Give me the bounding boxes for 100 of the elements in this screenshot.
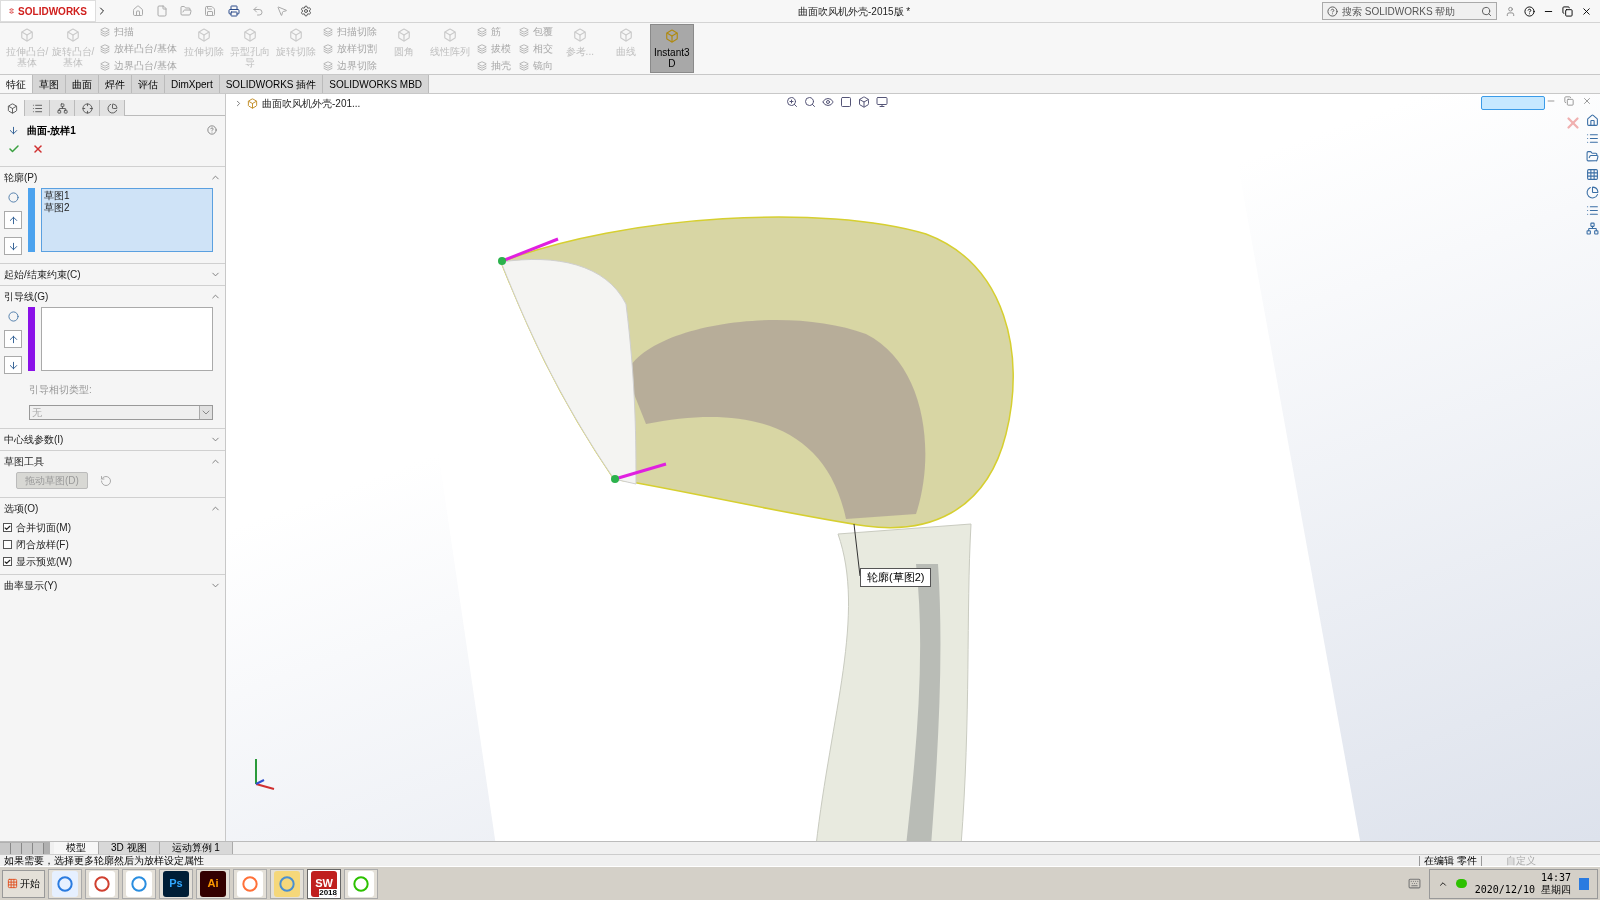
feature-icon xyxy=(100,60,110,71)
display-icon[interactable] xyxy=(876,96,888,108)
command-tab[interactable]: SOLIDWORKS MBD xyxy=(323,75,430,93)
arrow-down-icon xyxy=(7,359,19,371)
help-icon xyxy=(1327,5,1338,17)
cloud-panel[interactable] xyxy=(1481,96,1545,110)
pointer-icon[interactable] xyxy=(276,5,288,17)
settings-icon[interactable] xyxy=(300,5,312,17)
restore-icon[interactable] xyxy=(1562,5,1573,17)
cube-icon xyxy=(196,28,211,42)
cube-icon xyxy=(572,28,587,42)
zoom-area-icon[interactable] xyxy=(804,96,816,108)
folder-icon[interactable] xyxy=(1586,150,1599,163)
arrow-up-icon xyxy=(7,214,19,226)
command-tab[interactable]: 焊件 xyxy=(99,75,132,93)
cube-icon xyxy=(664,29,679,43)
save-icon[interactable] xyxy=(204,5,216,17)
panel-tab[interactable] xyxy=(25,100,50,116)
command-tab[interactable]: DimXpert xyxy=(165,75,220,93)
clock-time: 14:37 xyxy=(1540,871,1571,884)
axis-triad-drawing xyxy=(255,758,275,790)
appearance-icon[interactable] xyxy=(1586,186,1599,199)
library-icon[interactable] xyxy=(1586,168,1599,181)
feature-icon xyxy=(100,43,110,54)
section-title: 轮廓(P) xyxy=(4,171,38,185)
app-logo-icon xyxy=(353,875,369,892)
new-file-icon[interactable] xyxy=(156,5,168,17)
view-tab[interactable]: 3D 视图 xyxy=(99,842,160,854)
units-status[interactable]: 自定义 xyxy=(1506,855,1536,866)
close-icon[interactable] xyxy=(1581,5,1592,17)
tangency-select[interactable]: 无 xyxy=(29,405,213,420)
section-view-icon[interactable] xyxy=(840,96,852,108)
selection-list[interactable] xyxy=(41,307,213,371)
callout-label: 轮廓(草图2) xyxy=(860,568,932,587)
checkbox[interactable] xyxy=(3,557,12,566)
profile-icon xyxy=(7,192,19,203)
list-item[interactable]: 草图2 xyxy=(44,202,210,214)
list-item[interactable]: 草图1 xyxy=(44,190,210,202)
cube-icon xyxy=(396,28,411,42)
show-desktop-icon[interactable] xyxy=(1579,877,1589,890)
view-tab[interactable]: 运动算例 1 xyxy=(159,842,233,854)
search-icon xyxy=(1481,5,1492,17)
cube-icon xyxy=(618,28,633,42)
clock-date: 2020/12/10 星期四 xyxy=(1474,883,1571,896)
section-title: 起始/结束约束(C) xyxy=(4,268,81,282)
print-icon[interactable] xyxy=(228,5,240,17)
help-icon[interactable] xyxy=(1524,5,1535,17)
section-title: 中心线参数(I) xyxy=(4,433,64,447)
properties-icon[interactable] xyxy=(1586,204,1599,217)
undo-icon[interactable] xyxy=(99,474,112,487)
move-down-button[interactable] xyxy=(4,356,22,374)
command-tab[interactable]: 草图 xyxy=(33,75,66,93)
view-icon[interactable] xyxy=(822,96,834,108)
feature-icon xyxy=(476,60,487,71)
cube-icon xyxy=(442,28,457,42)
tree-root-item[interactable]: 曲面吹风机外壳-201... xyxy=(262,96,361,111)
checkbox[interactable] xyxy=(3,540,12,549)
feature-icon xyxy=(476,43,487,54)
tasks-icon[interactable] xyxy=(1586,222,1599,235)
view-orientation-icon[interactable] xyxy=(858,96,870,108)
panel-tab[interactable] xyxy=(50,100,75,116)
arrow-up-icon xyxy=(7,333,19,345)
app-logo-icon xyxy=(94,875,110,892)
cube-icon xyxy=(242,28,257,42)
command-tab[interactable]: 评估 xyxy=(132,75,165,93)
home-icon[interactable] xyxy=(132,5,144,17)
cancel-icon[interactable] xyxy=(32,143,44,155)
view-tab[interactable]: 模型 xyxy=(54,842,99,854)
part-icon xyxy=(247,98,258,109)
start-button[interactable]: 开始 xyxy=(2,869,45,898)
move-up-button[interactable] xyxy=(4,211,22,229)
resources-icon[interactable] xyxy=(1586,132,1599,145)
display-icon xyxy=(106,102,118,114)
app-logo[interactable]: SOLIDWORKS xyxy=(0,0,96,22)
move-down-button[interactable] xyxy=(4,237,22,255)
feature-icon xyxy=(518,26,529,37)
feature-icon xyxy=(476,26,487,37)
zoom-icon[interactable] xyxy=(786,96,798,108)
command-tab[interactable]: 曲面 xyxy=(66,75,99,93)
window-title: 曲面吹风机外壳-2015版 * xyxy=(798,4,911,19)
user-icon[interactable] xyxy=(1505,5,1516,17)
selection-list[interactable]: 草图1 草图2 xyxy=(41,188,213,252)
panel-tab[interactable] xyxy=(75,100,100,116)
checkbox[interactable] xyxy=(3,523,12,532)
feature-icon xyxy=(322,26,333,37)
panel-title: 曲面-放样1 xyxy=(27,123,76,138)
profile-icon xyxy=(7,311,19,322)
ribbon-button[interactable]: Instant3D xyxy=(649,24,694,73)
undo-icon[interactable] xyxy=(252,5,264,17)
app-logo-icon xyxy=(242,875,258,892)
home-icon[interactable] xyxy=(1586,114,1599,127)
help-search-field[interactable]: 搜索 SOLIDWORKS 帮助 xyxy=(1322,2,1497,20)
command-tab[interactable]: SOLIDWORKS 插件 xyxy=(219,75,324,93)
keyboard-icon[interactable] xyxy=(1407,877,1421,890)
ok-icon[interactable] xyxy=(8,143,20,155)
section-title: 引导线(G) xyxy=(4,290,49,304)
cube-icon xyxy=(288,28,303,42)
panel-tab[interactable] xyxy=(100,100,125,116)
app-logo-icon xyxy=(57,875,73,892)
move-up-button[interactable] xyxy=(4,330,22,348)
